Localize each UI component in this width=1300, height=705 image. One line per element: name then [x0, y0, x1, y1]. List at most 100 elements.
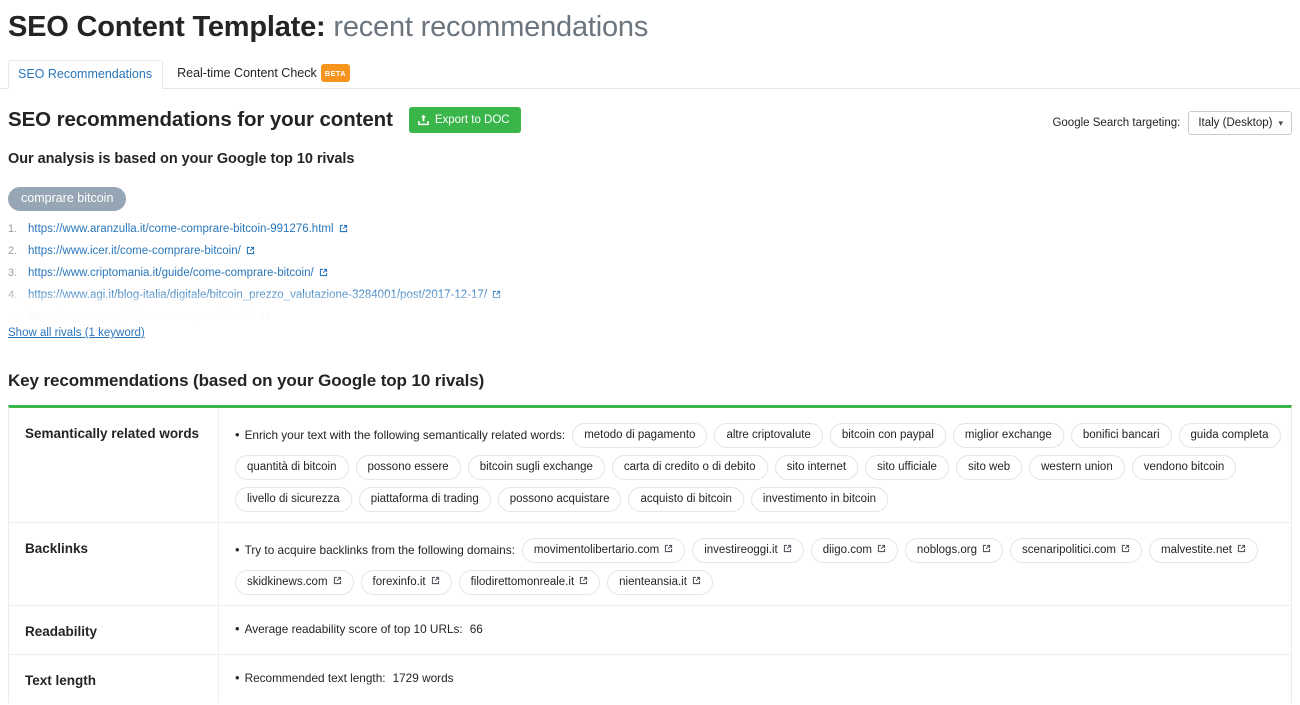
row-label-readability: Readability [9, 606, 219, 655]
semantic-word-chip: livello di sicurezza [235, 487, 352, 513]
semantic-word-chip: possono essere [355, 455, 461, 481]
table-row: Readability Average readability score of… [9, 606, 1291, 656]
page-title-accent: recent recommendations [333, 11, 649, 43]
semantic-word-chip: altre criptovalute [714, 423, 823, 449]
backlink-domain-chip[interactable]: scenaripolitici.com [1010, 538, 1142, 564]
backlink-domain-chip[interactable]: diigo.com [810, 538, 898, 564]
analysis-subtitle: Our analysis is based on your Google top… [8, 151, 355, 168]
semantic-word-chip: acquisto di bitcoin [628, 487, 744, 513]
external-link-icon[interactable] [319, 268, 328, 280]
rival-link[interactable]: https://www.icer.it/come-comprare-bitcoi… [28, 245, 241, 257]
tab-bar: SEO Recommendations Real-time Content Ch… [0, 58, 1300, 90]
backlink-domain-chip[interactable]: nienteansia.it [607, 570, 713, 596]
backlink-domain-chip[interactable]: investireoggi.it [692, 538, 804, 564]
row-lead-text: Try to acquire backlinks from the follow… [235, 542, 515, 559]
key-recommendations-table-wrap: Semantically related words Enrich your t… [0, 405, 1300, 704]
section-title: SEO recommendations for your content [8, 108, 393, 132]
backlink-domain-label: forexinfo.it [372, 576, 426, 589]
external-link-icon[interactable] [246, 246, 255, 258]
list-item: 4. https://www.agi.it/blog-italia/digita… [8, 289, 1300, 311]
row-lead-text: Recommended text length: [235, 670, 386, 687]
key-recommendations-title: Key recommendations (based on your Googl… [8, 371, 485, 391]
external-link-icon [579, 575, 588, 589]
row-body-readability: Average readability score of top 10 URLs… [219, 606, 1291, 654]
backlink-domain-label: nienteansia.it [619, 576, 687, 589]
targeting-select-value: Italy (Desktop) [1198, 117, 1273, 130]
backlink-domain-chip[interactable]: movimentolibertario.com [521, 538, 686, 564]
rival-index: 2. [8, 245, 18, 258]
row-body-semantically-related-words: Enrich your text with the following sema… [219, 408, 1291, 522]
semantic-word-chip: western union [1029, 455, 1125, 481]
row-body-text-length: Recommended text length: 1729 words [219, 655, 1291, 703]
rival-link[interactable]: https://www.money.it/Come-comprare-bitco… [28, 311, 256, 323]
semantic-word-chip: piattaforma di trading [358, 487, 491, 513]
tab-real-time-content-check[interactable]: Real-time Content Check BETA [163, 58, 360, 88]
page-title-main: SEO Content Template: [8, 11, 326, 43]
keyword-pill-container: comprare bitcoin [0, 167, 1300, 212]
backlink-domain-label: movimentolibertario.com [533, 544, 660, 557]
backlink-domain-label: scenaripolitici.com [1022, 544, 1116, 557]
backlink-domain-label: diigo.com [822, 544, 872, 557]
semantic-word-chip: metodo di pagamento [572, 423, 708, 449]
row-lead-text: Enrich your text with the following sema… [235, 427, 566, 444]
external-link-icon [431, 575, 440, 589]
list-item: 3. https://www.criptomania.it/guide/come… [8, 267, 1300, 289]
backlink-domain-label: skidkinews.com [247, 576, 328, 589]
external-link-icon[interactable] [492, 290, 501, 302]
semantic-word-chip: quantità di bitcoin [235, 455, 349, 481]
row-label-text-length: Text length [9, 655, 219, 704]
upload-icon [417, 114, 429, 126]
keyword-pill[interactable]: comprare bitcoin [8, 187, 127, 212]
semantic-word-chip: carta di credito o di debito [611, 455, 768, 481]
tab-seo-recommendations-label: SEO Recommendations [18, 67, 153, 82]
semantic-word-chip: possono acquistare [497, 487, 622, 513]
external-link-icon [783, 543, 792, 557]
backlink-domain-chip[interactable]: skidkinews.com [235, 570, 354, 596]
export-to-doc-label: Export to DOC [434, 114, 510, 127]
export-to-doc-button[interactable]: Export to DOC [408, 107, 521, 134]
semantic-word-chip: miglior exchange [952, 423, 1064, 449]
backlink-domain-label: noblogs.org [916, 544, 978, 557]
backlink-domain-chip[interactable]: filodirettomonreale.it [458, 570, 601, 596]
tab-seo-recommendations[interactable]: SEO Recommendations [8, 60, 164, 90]
text-length-value: 1729 words [392, 671, 454, 686]
table-row: Semantically related words Enrich your t… [9, 408, 1291, 524]
show-all-rivals-link[interactable]: Show all rivals (1 keyword) [8, 327, 145, 339]
semantic-word-chip: bitcoin con paypal [829, 423, 946, 449]
external-link-icon[interactable] [339, 224, 348, 236]
chevron-down-icon: ▾ [1278, 117, 1283, 128]
targeting-select[interactable]: Italy (Desktop) ▾ [1188, 111, 1292, 136]
backlink-domain-chip[interactable]: forexinfo.it [360, 570, 452, 596]
table-row: Text length Recommended text length: 172… [9, 655, 1291, 704]
tab-real-time-content-check-label: Real-time Content Check [177, 66, 317, 81]
backlink-domain-chip[interactable]: malvestite.net [1148, 538, 1258, 564]
semantic-word-chip: bonifici bancari [1070, 423, 1172, 449]
page-title: SEO Content Template: recent recommendat… [0, 0, 1300, 47]
rival-link[interactable]: https://www.criptomania.it/guide/come-co… [28, 267, 314, 279]
rival-link[interactable]: https://www.agi.it/blog-italia/digitale/… [28, 289, 487, 301]
semantic-word-chip: sito internet [774, 455, 859, 481]
backlink-domain-label: investireoggi.it [704, 544, 778, 557]
semantic-word-chip: sito ufficiale [865, 455, 949, 481]
rival-index: 5. [8, 311, 18, 324]
semantic-word-chip: vendono bitcoin [1131, 455, 1237, 481]
external-link-icon [982, 543, 991, 557]
rival-link[interactable]: https://www.aranzulla.it/come-comprare-b… [28, 223, 334, 235]
row-body-backlinks: Try to acquire backlinks from the follow… [219, 523, 1291, 605]
semantic-word-chip: bitcoin sugli exchange [467, 455, 605, 481]
targeting-label: Google Search targeting: [1052, 117, 1181, 130]
rivals-list: 1. https://www.aranzulla.it/come-comprar… [0, 223, 1300, 324]
external-link-icon [1237, 543, 1246, 557]
backlink-domain-label: filodirettomonreale.it [470, 576, 575, 589]
rival-index: 4. [8, 289, 18, 302]
external-link-icon [877, 543, 886, 557]
row-label-semantically-related-words: Semantically related words [9, 408, 219, 523]
external-link-icon [664, 543, 673, 557]
list-item: 1. https://www.aranzulla.it/come-comprar… [8, 223, 1300, 245]
section-header: SEO recommendations for your content Exp… [0, 89, 1300, 136]
external-link-icon [692, 575, 701, 589]
semantic-word-chip: guida completa [1178, 423, 1281, 449]
backlink-domain-chip[interactable]: noblogs.org [904, 538, 1004, 564]
row-label-backlinks: Backlinks [9, 523, 219, 606]
external-link-icon[interactable] [261, 312, 270, 323]
